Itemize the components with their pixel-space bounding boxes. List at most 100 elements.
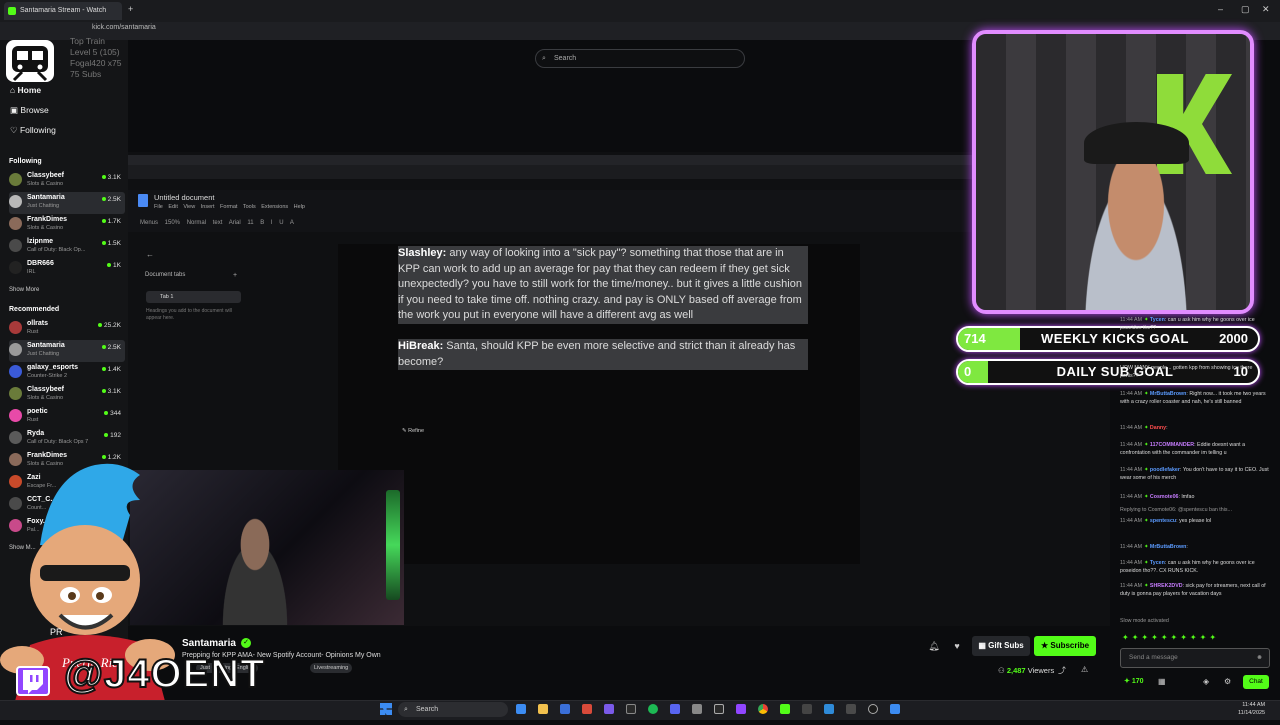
following-channel[interactable]: lzipnme Call of Duty: Black Op... 1.5K [9,236,125,258]
chat-panel: 11:44 AM ✦ Tycen: can u ask him why he go… [1116,314,1276,644]
kick-favicon-icon [8,7,16,15]
following-channel[interactable]: FrankDimes Slots & Casino 1.7K [9,214,125,236]
url-text[interactable]: kick.com/santamaria [92,24,156,31]
headings-note: Headings you add to the document will ap… [146,308,232,321]
notification-bell-icon[interactable]: 🔔︎ [926,639,942,653]
chat-message[interactable]: 11:44 AM ✦ Tycen: can u ask him why he go… [1120,559,1272,575]
chat-username[interactable]: MrButtaBrown [1150,391,1187,397]
top-train-line: Level 5 (105) [70,47,120,57]
recommended-channel[interactable]: poetic Rust 344 [9,406,125,428]
emoji-icon[interactable]: ☻ [1256,649,1263,667]
follow-heart-icon[interactable]: ♥ [949,639,965,653]
show-more-link[interactable]: Show More [9,287,39,293]
close-window-icon[interactable]: ✕ [1262,4,1270,15]
taskbar-search[interactable]: ⌕ Search [398,702,508,717]
verified-icon: ✓ [241,638,251,648]
edge-icon[interactable] [516,704,526,714]
chat-message[interactable]: 11:44 AM ✦ Tycen: can u ask him why he go… [1120,316,1272,332]
captured-browser-url [128,165,1110,179]
app-icon[interactable] [824,704,834,714]
chat-send-button[interactable]: Chat [1243,675,1269,689]
viewers-icon: ⚇ [998,666,1007,675]
file-explorer-icon[interactable] [538,704,548,714]
recommended-channel[interactable]: ollrats Rust 25.2K [9,318,125,340]
chat-message[interactable]: 11:44 AM ✦ spentescu: yes please lol [1120,517,1272,525]
following-channel[interactable]: DBR666 IRL 1K [9,258,125,280]
streamer-name[interactable]: Santamaria [182,638,236,649]
gift-subs-button[interactable]: ▦ Gift Subs [972,636,1030,656]
train-logo-icon [6,40,54,82]
chat-username[interactable]: poodlefaker [1150,467,1180,473]
taskbar-clock[interactable]: 11:44 AM 11/14/2025 [1238,701,1265,717]
chat-username[interactable]: spentescu [1150,518,1176,524]
recommended-channel[interactable]: galaxy_esports Counter-Strike 2 1.4K [9,362,125,384]
search-input[interactable]: ⌕ Search [535,49,745,68]
app-icon[interactable] [802,704,812,714]
following-channel[interactable]: Santamaria Just Chatting 2.5K [9,192,125,214]
chat-message[interactable]: 11:44 AM ✦ 117COMMANDER: Eddie doesnt wan… [1120,441,1272,457]
chat-input[interactable]: Send a message ☻ [1120,648,1270,668]
minimize-icon[interactable]: – [1218,4,1223,14]
store-icon[interactable] [560,704,570,714]
chat-username[interactable]: 117COMMANDER [1150,442,1194,448]
share-icon[interactable]: ⤴ [1058,665,1066,676]
following-channel[interactable]: Classybeef Slots & Casino 3.1K [9,170,125,192]
chat-message[interactable]: 11:44 AM ✦ Danny: [1120,424,1272,432]
emote-bar[interactable]: ✦✦✦✦✦✦✦✦✦✦ [1122,633,1268,644]
chat-username[interactable]: SHREK2DVD [1150,583,1183,589]
chat-message[interactable]: 11:44 AM ✦ MrButtaBrown: Right now... it … [1120,390,1272,406]
app-icon[interactable] [626,704,636,714]
green-light [386,490,400,600]
app-icon[interactable] [846,704,856,714]
doc-author-1: Slashley: [398,247,447,259]
browser-tab[interactable]: Santamaria Stream - Watch [4,2,122,20]
chat-message[interactable]: 11:44 AM ✦ SHREK2DVD: sick pay for stream… [1120,582,1272,598]
chat-username[interactable]: Tycen [1150,560,1165,566]
app-icon[interactable] [692,704,702,714]
chat-message[interactable]: 11:44 AM ✦ poodlefaker: You don't have to… [1120,466,1272,482]
doc-toolbar: Menus 150% Normal text Arial 11 B I U A [140,220,294,226]
windows-taskbar [0,700,1280,720]
nav-browse[interactable]: ▣ Browse [10,105,49,116]
recommended-channel[interactable]: Classybeef Slots & Casino 3.1K [9,384,125,406]
app-icon[interactable] [714,704,724,714]
emote-picker-icon[interactable]: ◈ [1203,677,1209,686]
maximize-icon[interactable]: ▢ [1241,4,1250,15]
nav-home[interactable]: ⌂ Home [10,85,41,95]
nav-following[interactable]: ♡ Following [10,125,56,136]
channel-category: Counter-Strike 2 [27,373,68,379]
app-icon[interactable] [780,704,790,714]
channel-avatar [9,217,22,230]
tag-livestreaming[interactable]: Livestreaming [310,663,353,673]
app-icon[interactable] [582,704,592,714]
chat-timestamp: 11:44 AM [1120,494,1142,500]
settings-gear-icon[interactable]: ⚙ [1224,677,1231,686]
channel-name: DBR666 [27,260,54,267]
chat-message[interactable]: 11:44 AM ✦ MrButtaBrown: [1120,543,1272,551]
chat-username[interactable]: Danny [1150,425,1166,431]
app-icon[interactable] [604,704,614,714]
add-tab-icon: + [233,272,238,279]
goal-progress-fill: 714 [958,328,1020,350]
report-icon[interactable]: ⚠ [1081,665,1088,674]
chat-message[interactable]: Replying to Cosmote06: @spentescu ban th… [1120,506,1272,514]
app-icon[interactable] [736,704,746,714]
chat-message[interactable]: 11:44 AM ✦ Cosmote06: lmfao [1120,493,1272,501]
app-icon[interactable] [868,704,878,714]
chrome-icon[interactable] [758,704,768,714]
app-icon[interactable] [890,704,900,714]
chat-message[interactable]: HOW MANY people... gotten kpp from showi… [1120,364,1272,380]
chat-username[interactable]: MrButtaBrown [1150,544,1187,550]
chat-message[interactable]: Slow mode activated [1120,617,1272,625]
discord-icon[interactable] [670,704,680,714]
recommended-channel[interactable]: Santamaria Just Chatting 2.5K [9,340,125,362]
gift-icon[interactable]: ▦ [1158,677,1166,686]
subscribe-button[interactable]: ★ Subscribe [1034,636,1096,656]
new-tab-icon[interactable]: + [128,4,133,14]
spotify-icon[interactable] [648,704,658,714]
social-handle: @J4OENT [63,651,266,697]
chat-username[interactable]: Cosmote06 [1150,494,1179,500]
captured-browser-tabs [128,155,1110,165]
chat-username[interactable]: Tycen [1150,317,1165,323]
recommended-channel[interactable]: Ryda Call of Duty: Black Ops 7 192 [9,428,125,450]
